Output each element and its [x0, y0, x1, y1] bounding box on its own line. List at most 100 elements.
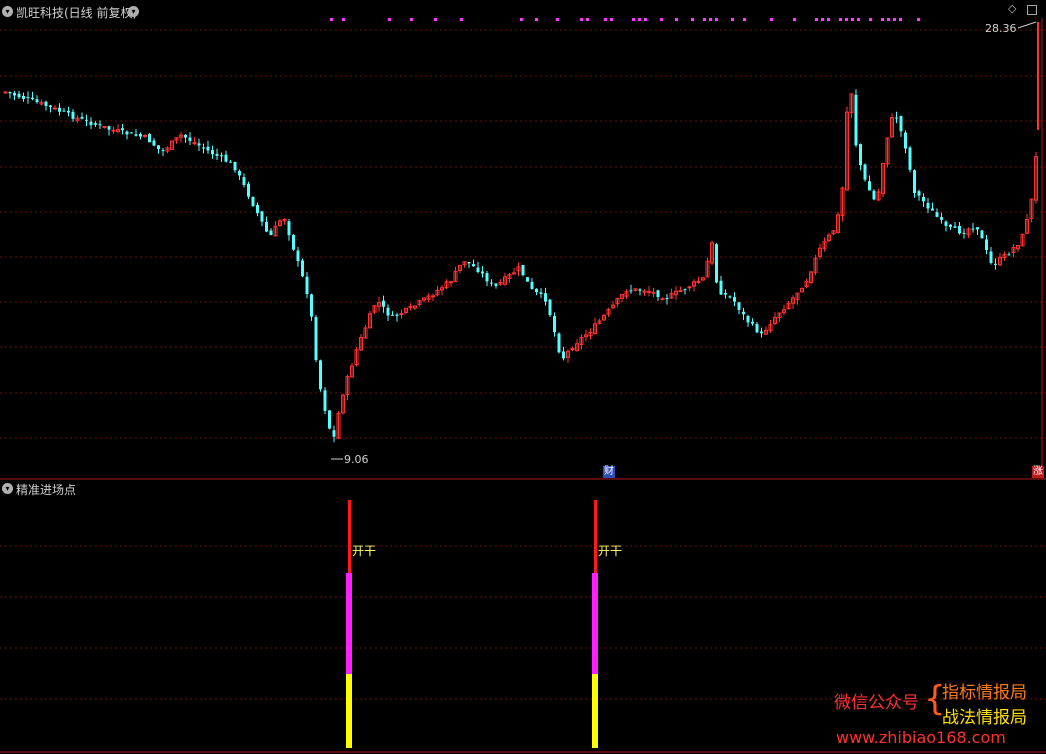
signal-bar-middle — [346, 573, 352, 674]
candle-body — [895, 117, 898, 119]
candle-body — [3, 91, 8, 94]
candle-body — [651, 291, 656, 294]
candle-body — [490, 282, 493, 284]
candle-body — [751, 321, 754, 324]
candle-body — [143, 134, 147, 137]
candle-body — [449, 281, 453, 284]
candle-body — [251, 196, 255, 206]
candle-body — [859, 144, 862, 166]
candle-body — [319, 360, 322, 390]
candle-body — [224, 154, 228, 162]
indicator-chevron-icon[interactable]: ▾ — [2, 483, 13, 494]
signal-dot — [434, 18, 437, 21]
candle-body — [206, 146, 210, 151]
candle-body — [548, 299, 552, 316]
watermark-url: www.zhibiao168.com — [836, 728, 1006, 747]
candle-body — [899, 116, 903, 132]
signal-dot — [731, 18, 734, 21]
candle-body — [17, 93, 21, 98]
candle-body — [904, 132, 907, 149]
candle-body — [256, 204, 259, 214]
candle-body — [399, 312, 404, 315]
signal-dot — [520, 18, 523, 21]
candle-body — [67, 110, 70, 113]
candle-body — [472, 264, 475, 267]
candle-body — [872, 190, 876, 200]
candle-body — [913, 170, 916, 194]
signal-dot — [827, 18, 830, 21]
candle-body — [247, 183, 250, 197]
candle-body — [521, 264, 525, 276]
candle-body — [161, 150, 165, 152]
candle-body — [678, 290, 683, 293]
candle-body — [476, 267, 480, 272]
limit-up-badge[interactable]: 涨 — [1032, 466, 1044, 478]
candle-body — [26, 97, 30, 99]
signal-dot — [556, 18, 559, 21]
signal-dot — [703, 18, 706, 21]
candle-body — [233, 161, 237, 171]
candle-body — [139, 133, 142, 137]
high-marker-line — [1017, 21, 1037, 29]
candle-body — [89, 121, 93, 126]
candle-body — [229, 161, 232, 163]
candle-body — [292, 234, 295, 250]
candle-body — [733, 297, 736, 302]
candle-body — [192, 142, 197, 145]
candle-body — [908, 147, 912, 170]
candle-body — [323, 390, 327, 411]
signal-dot — [793, 18, 796, 21]
candle-body — [391, 314, 394, 316]
candle-body — [53, 107, 57, 110]
signal-dot — [770, 18, 773, 21]
signal-dot — [632, 18, 635, 21]
high-price-label: 28.36 — [985, 22, 1017, 35]
candle-body — [22, 95, 25, 99]
candle-body — [287, 221, 291, 236]
indicator-title[interactable]: 精准进场点 — [16, 481, 76, 498]
candle-body — [485, 273, 489, 282]
candle-body — [301, 260, 304, 277]
signal-dot — [857, 18, 860, 21]
candle-body — [71, 111, 75, 119]
candle-body — [148, 134, 151, 143]
candle-body — [13, 92, 16, 96]
candle-body — [931, 208, 934, 211]
candle-body — [562, 351, 565, 359]
candle-body — [760, 331, 763, 334]
candle-body — [130, 132, 133, 134]
candle-body — [935, 212, 939, 217]
signal-label-1: 开干 — [352, 544, 377, 558]
signal-dot — [330, 18, 333, 21]
signal-dot — [881, 18, 884, 21]
candle-body — [125, 131, 129, 135]
signal-dot — [604, 18, 607, 21]
candle-body — [184, 134, 187, 138]
candle-body — [332, 430, 336, 437]
signal-dot — [638, 18, 641, 21]
candle-body — [917, 191, 921, 196]
candle-body — [696, 281, 701, 284]
signal-dot — [675, 18, 678, 21]
candle-body — [544, 293, 547, 302]
candle-body — [111, 129, 116, 132]
signal-dot — [893, 18, 896, 21]
candlestick-chart[interactable] — [0, 0, 1046, 754]
candle-body — [44, 101, 48, 107]
candle-body — [382, 300, 385, 307]
candle-body — [310, 294, 313, 317]
candle-body — [197, 143, 201, 146]
candle-body — [958, 226, 961, 234]
watermark-left: 微信公众号 — [834, 693, 919, 713]
candle-body — [58, 107, 61, 112]
candle-body — [737, 302, 741, 310]
signal-dot — [410, 18, 413, 21]
candle-body — [8, 91, 12, 94]
signal-dot — [887, 18, 890, 21]
signal-dot — [580, 18, 583, 21]
candle-body — [944, 221, 948, 226]
finance-badge[interactable]: 财 — [603, 466, 615, 478]
candle-body — [211, 150, 214, 155]
candle-body — [202, 147, 205, 149]
candle-body — [665, 297, 669, 300]
